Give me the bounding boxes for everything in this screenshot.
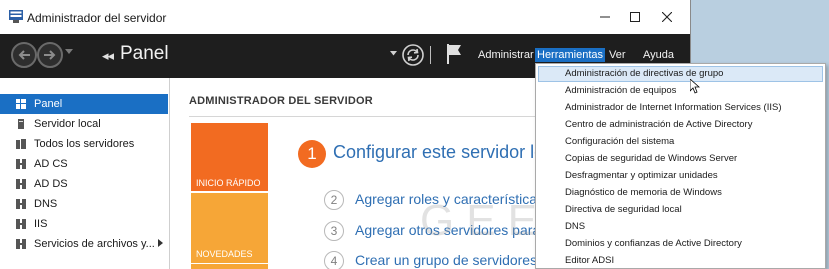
step-number: 1 — [298, 140, 326, 168]
forward-button[interactable] — [37, 42, 63, 68]
minimize-icon — [600, 16, 610, 18]
breadcrumb-dropdown-icon[interactable] — [390, 51, 397, 56]
tools-menu-item[interactable]: Copias de seguridad de Windows Server — [538, 151, 823, 167]
servers-icon — [16, 139, 26, 149]
sidebar-item-ad-ds[interactable]: AD DS — [0, 174, 168, 194]
expand-arrow-icon[interactable] — [158, 239, 163, 247]
menu-ver[interactable]: Ver — [609, 49, 626, 61]
close-icon — [662, 12, 672, 22]
step-link-create-group[interactable]: Crear un grupo de servidores — [355, 252, 537, 268]
step-number: 2 — [324, 190, 344, 210]
sidebar-item-label: AD DS — [34, 178, 68, 190]
sidebar-item-servicios-archivos[interactable]: Servicios de archivos y... — [0, 234, 168, 254]
arrow-right-icon — [44, 50, 56, 60]
refresh-icon[interactable] — [402, 44, 424, 66]
sidebar-item-panel[interactable]: Panel — [0, 94, 168, 114]
dashboard-icon — [16, 99, 26, 109]
quick-start-tile[interactable]: INICIO RÁPIDO — [191, 123, 268, 191]
maximize-button[interactable] — [618, 0, 652, 34]
iis-icon — [16, 219, 26, 229]
sidebar-item-iis[interactable]: IIS — [0, 214, 168, 234]
tools-dropdown-menu: Administración de directivas de grupo Ad… — [535, 63, 826, 269]
news-tile[interactable]: NOVEDADES — [191, 193, 268, 263]
tools-menu-item[interactable]: Editor ADSI — [538, 253, 823, 269]
tools-menu-item[interactable]: Diagnóstico de memoria de Windows — [538, 185, 823, 201]
menu-administrar[interactable]: Administrar — [478, 49, 534, 61]
toolbar-separator — [430, 46, 431, 64]
notifications-flag-icon[interactable] — [446, 43, 462, 65]
sidebar-item-label: AD CS — [34, 158, 68, 170]
breadcrumb-chevrons: ◂◂ — [102, 48, 114, 63]
mouse-cursor-icon — [690, 79, 700, 94]
sidebar-item-label: Servicios de archivos y... — [34, 238, 155, 250]
step-number: 4 — [324, 251, 344, 269]
adcs-icon — [16, 159, 26, 169]
menu-ayuda[interactable]: Ayuda — [643, 49, 674, 61]
window-title: Administrador del servidor — [27, 11, 167, 25]
server-icon — [18, 119, 24, 129]
tools-menu-item[interactable]: Desfragmentar y optimizar unidades — [538, 168, 823, 184]
sidebar-item-label: Todos los servidores — [34, 138, 135, 150]
file-services-icon — [16, 239, 26, 249]
maximize-icon — [630, 12, 640, 22]
sidebar-item-dns[interactable]: DNS — [0, 194, 168, 214]
history-dropdown-icon[interactable] — [65, 49, 73, 55]
tools-menu-item[interactable]: Configuración del sistema — [538, 134, 823, 150]
tools-menu-item[interactable]: Administrador de Internet Information Se… — [538, 100, 823, 116]
tools-menu-item[interactable]: Administración de directivas de grupo — [538, 66, 823, 82]
menu-herramientas[interactable]: Herramientas — [535, 48, 606, 62]
close-button[interactable] — [650, 0, 684, 34]
sidebar-item-label: Panel — [34, 98, 63, 110]
tools-menu-item[interactable]: Centro de administración de Active Direc… — [538, 117, 823, 133]
tools-menu-item[interactable]: Dominios y confianzas de Active Director… — [538, 236, 823, 252]
sidebar: Panel Servidor local Todos los servidore… — [0, 78, 170, 269]
quick-start-label: INICIO RÁPIDO — [196, 178, 261, 188]
breadcrumb-title: Panel — [120, 43, 169, 64]
tools-menu-item[interactable]: DNS — [538, 219, 823, 235]
title-bar: Administrador del servidor — [0, 0, 690, 34]
sidebar-item-servidor-local[interactable]: Servidor local — [0, 114, 168, 134]
step-link-configure[interactable]: Configurar este servidor lo — [333, 142, 544, 163]
server-manager-app-icon — [9, 10, 23, 23]
sidebar-item-label: Servidor local — [34, 118, 101, 130]
sidebar-item-label: IIS — [34, 218, 48, 230]
tools-menu-item[interactable]: Administración de equipos — [538, 83, 823, 99]
minimize-button[interactable] — [588, 0, 622, 34]
news-label: NOVEDADES — [196, 249, 253, 259]
adds-icon — [16, 179, 26, 189]
sidebar-item-label: DNS — [34, 198, 58, 210]
dns-icon — [16, 199, 26, 209]
sidebar-item-todos-servidores[interactable]: Todos los servidores — [0, 134, 168, 154]
sidebar-item-ad-cs[interactable]: AD CS — [0, 154, 168, 174]
section-title: ADMINISTRADOR DEL SERVIDOR — [189, 95, 373, 107]
step-number: 3 — [324, 221, 344, 241]
learn-more-tile[interactable] — [191, 264, 268, 269]
arrow-left-icon — [18, 50, 30, 60]
tools-menu-item[interactable]: Directiva de seguridad local — [538, 202, 823, 218]
back-button[interactable] — [11, 42, 37, 68]
